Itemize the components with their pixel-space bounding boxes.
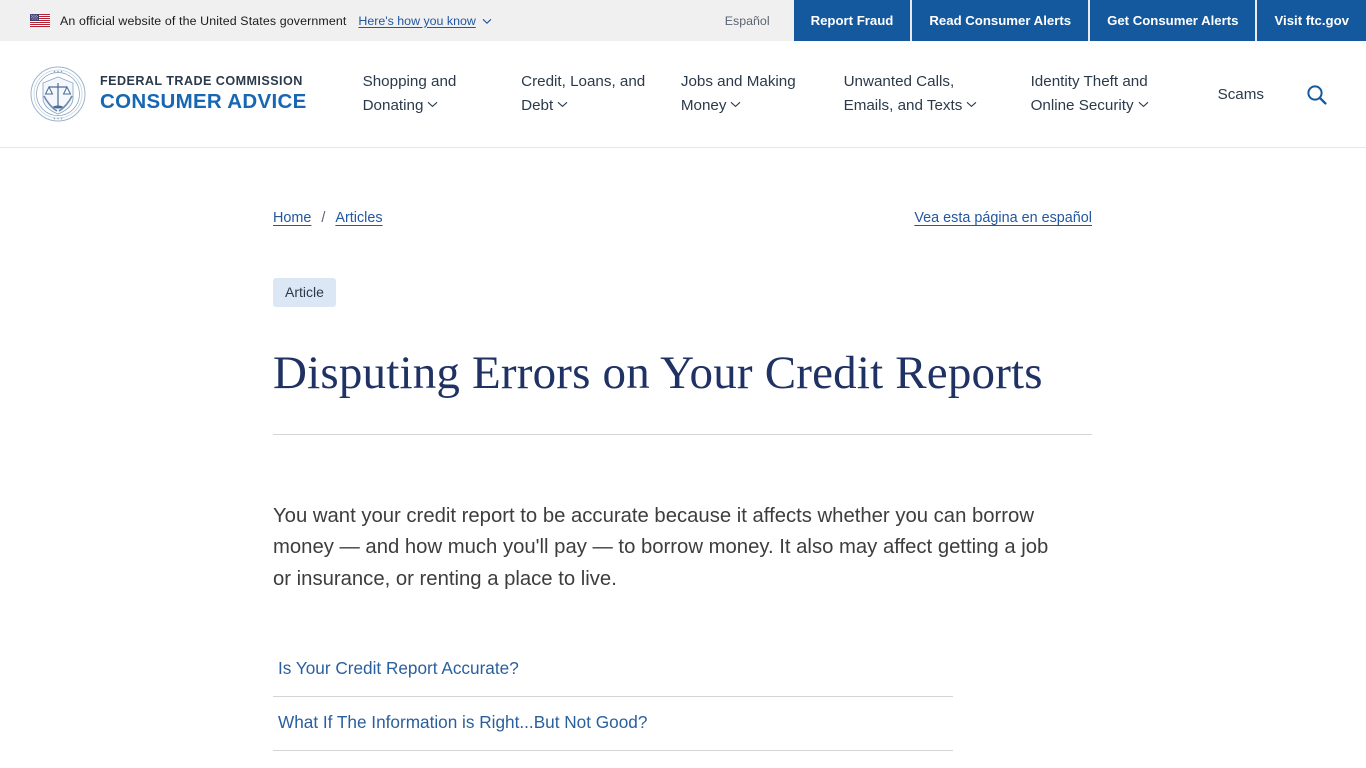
nav-item-label: Shopping and Donating <box>362 73 457 114</box>
nav-item-label: Identity Theft and Online Security <box>1030 73 1148 114</box>
chevron-down-icon <box>427 93 438 115</box>
breadcrumb-separator: / <box>321 210 326 226</box>
nav-item-label: Credit, Loans, and Debt <box>521 73 646 114</box>
brand-agency-name: FEDERAL TRADE COMMISSION <box>100 74 303 89</box>
content-type-badge: Article <box>273 278 336 307</box>
breadcrumb: Home / Articles <box>273 210 383 226</box>
title-divider <box>273 433 1092 435</box>
nav-item-scams[interactable]: Scams <box>1218 86 1264 103</box>
accordion-item: Is Your Credit Report Accurate? <box>273 643 953 698</box>
report-fraud-button[interactable]: Report Fraud <box>793 0 913 41</box>
svg-text:★ ★ ★: ★ ★ ★ <box>53 70 63 74</box>
article-section-accordion: Is Your Credit Report Accurate? What If … <box>273 643 953 752</box>
brand-site-name: CONSUMER ADVICE <box>100 90 307 114</box>
search-icon[interactable] <box>1304 82 1328 106</box>
breadcrumb-home[interactable]: Home <box>273 210 311 226</box>
nav-item-jobs-and-making-money[interactable]: Jobs and Making Money <box>681 71 809 116</box>
how-you-know-toggle[interactable]: Here's how you know <box>358 12 492 30</box>
article-intro-paragraph: You want your credit report to be accura… <box>273 504 1049 590</box>
accordion-button-is-your-credit-report-accurate[interactable]: Is Your Credit Report Accurate? <box>273 643 953 696</box>
espanol-link[interactable]: Español <box>701 0 794 41</box>
nav-item-identity-theft-and-online-security[interactable]: Identity Theft and Online Security <box>1031 71 1183 116</box>
chevron-down-icon <box>482 12 492 30</box>
nav-item-unwanted-calls-emails-and-texts[interactable]: Unwanted Calls, Emails, and Texts <box>844 71 996 116</box>
ftc-seal-icon: ★ ★ ★ ★ ★ ★ <box>30 66 86 122</box>
header-utilities: Scams <box>1218 82 1366 106</box>
svg-text:★ ★ ★: ★ ★ ★ <box>53 117 63 121</box>
accordion-item: What If The Information is Right...But N… <box>273 697 953 752</box>
gov-banner-actions: Español Report Fraud Read Consumer Alert… <box>701 0 1366 41</box>
how-you-know-label[interactable]: Here's how you know <box>358 14 475 28</box>
chevron-down-icon <box>1138 93 1149 115</box>
view-page-in-spanish-link[interactable]: Vea esta página en español <box>914 210 1092 226</box>
gov-banner-text: An official website of the United States… <box>60 13 347 28</box>
read-consumer-alerts-button[interactable]: Read Consumer Alerts <box>912 0 1091 41</box>
chevron-down-icon <box>730 93 741 115</box>
page-title: Disputing Errors on Your Credit Reports <box>273 347 1043 399</box>
chevron-down-icon <box>966 93 977 115</box>
main-navigation: Shopping and Donating Credit, Loans, and… <box>363 41 1218 147</box>
breadcrumb-articles[interactable]: Articles <box>335 210 382 226</box>
site-logo[interactable]: ★ ★ ★ ★ ★ ★ FEDERAL TRADE COMMISSION CON… <box>0 66 307 122</box>
gov-banner-message: An official website of the United States… <box>0 0 701 41</box>
get-consumer-alerts-button[interactable]: Get Consumer Alerts <box>1090 0 1258 41</box>
gov-banner: An official website of the United States… <box>0 0 1366 41</box>
nav-item-credit-loans-and-debt[interactable]: Credit, Loans, and Debt <box>521 71 646 116</box>
nav-item-label: Unwanted Calls, Emails, and Texts <box>843 73 963 114</box>
chevron-down-icon <box>557 93 568 115</box>
main-content: Home / Articles Vea esta página en españ… <box>0 148 1366 752</box>
us-flag-icon <box>30 14 50 27</box>
site-header: ★ ★ ★ ★ ★ ★ FEDERAL TRADE COMMISSION CON… <box>0 41 1366 148</box>
breadcrumb-row: Home / Articles Vea esta página en españ… <box>273 210 1092 226</box>
accordion-button-what-if-the-information-is-right[interactable]: What If The Information is Right...But N… <box>273 697 953 750</box>
visit-ftc-gov-button[interactable]: Visit ftc.gov <box>1257 0 1366 41</box>
nav-item-shopping-and-donating[interactable]: Shopping and Donating <box>363 71 487 116</box>
